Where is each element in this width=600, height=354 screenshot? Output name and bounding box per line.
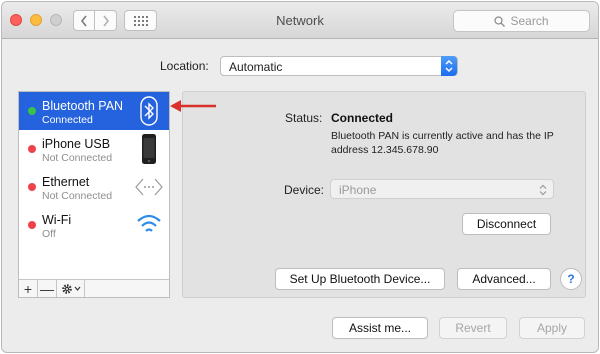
up-down-chevron-icon [539, 184, 547, 196]
status-value: Connected [331, 111, 394, 125]
status-dot [28, 221, 36, 229]
search-field[interactable]: Search [453, 10, 590, 32]
device-select[interactable]: iPhone [330, 179, 554, 199]
location-label: Location: [160, 59, 209, 73]
network-preferences-window: Network Search Location: Automatic Bluet… [1, 1, 599, 353]
service-item-iphone-usb[interactable]: iPhone USB Not Connected [19, 130, 169, 168]
status-dot [28, 183, 36, 191]
status-dot [28, 145, 36, 153]
gear-icon [61, 283, 72, 294]
service-status: Not Connected [42, 190, 113, 202]
service-status: Not Connected [42, 152, 113, 164]
service-item-ethernet[interactable]: Ethernet Not Connected [19, 168, 169, 206]
title-bar: Network Search [2, 2, 598, 39]
wifi-icon [137, 214, 161, 232]
status-dot [28, 107, 36, 115]
service-name: Ethernet [42, 175, 90, 189]
iphone-icon [142, 134, 156, 164]
service-status: Connected [42, 114, 93, 126]
chevron-down-icon [74, 286, 80, 291]
remove-service-button[interactable]: — [38, 280, 57, 297]
location-stepper[interactable] [441, 56, 457, 76]
service-detail-panel: Status: Connected Bluetooth PAN is curre… [182, 91, 586, 298]
up-down-chevron-icon [445, 59, 453, 73]
service-name: iPhone USB [42, 137, 111, 151]
location-value: Automatic [229, 60, 283, 74]
add-service-button[interactable]: + [19, 280, 38, 297]
ethernet-icon [135, 178, 163, 196]
service-item-bluetooth-pan[interactable]: Bluetooth PAN Connected [19, 92, 169, 130]
status-description: Bluetooth PAN is currently active and ha… [331, 130, 554, 156]
revert-button[interactable]: Revert [439, 317, 507, 339]
action-menu-button[interactable] [57, 280, 85, 297]
annotation-arrow-icon [170, 100, 216, 112]
apply-button[interactable]: Apply [519, 317, 585, 339]
service-name: Wi-Fi [42, 213, 72, 227]
service-list: Bluetooth PAN Connected iPhone USB Not C… [18, 91, 170, 298]
help-button[interactable]: ? [560, 268, 582, 290]
service-item-wi-fi[interactable]: Wi-Fi Off [19, 206, 169, 244]
status-label: Status: [285, 111, 323, 125]
device-value: iPhone [339, 183, 377, 197]
set-up-bluetooth-device-button[interactable]: Set Up Bluetooth Device... [275, 268, 445, 290]
location-row: Location: Automatic [2, 56, 598, 76]
service-list-toolbar: + — [19, 279, 169, 297]
search-icon [494, 15, 506, 27]
assist-me-button[interactable]: Assist me... [332, 317, 428, 339]
disconnect-button[interactable]: Disconnect [462, 213, 551, 235]
location-select[interactable]: Automatic [220, 56, 458, 76]
service-name: Bluetooth PAN [42, 99, 124, 113]
search-placeholder: Search [510, 14, 549, 28]
advanced-button[interactable]: Advanced... [457, 268, 551, 290]
service-status: Off [42, 228, 56, 240]
bluetooth-icon [140, 96, 158, 126]
device-label: Device: [284, 183, 325, 197]
